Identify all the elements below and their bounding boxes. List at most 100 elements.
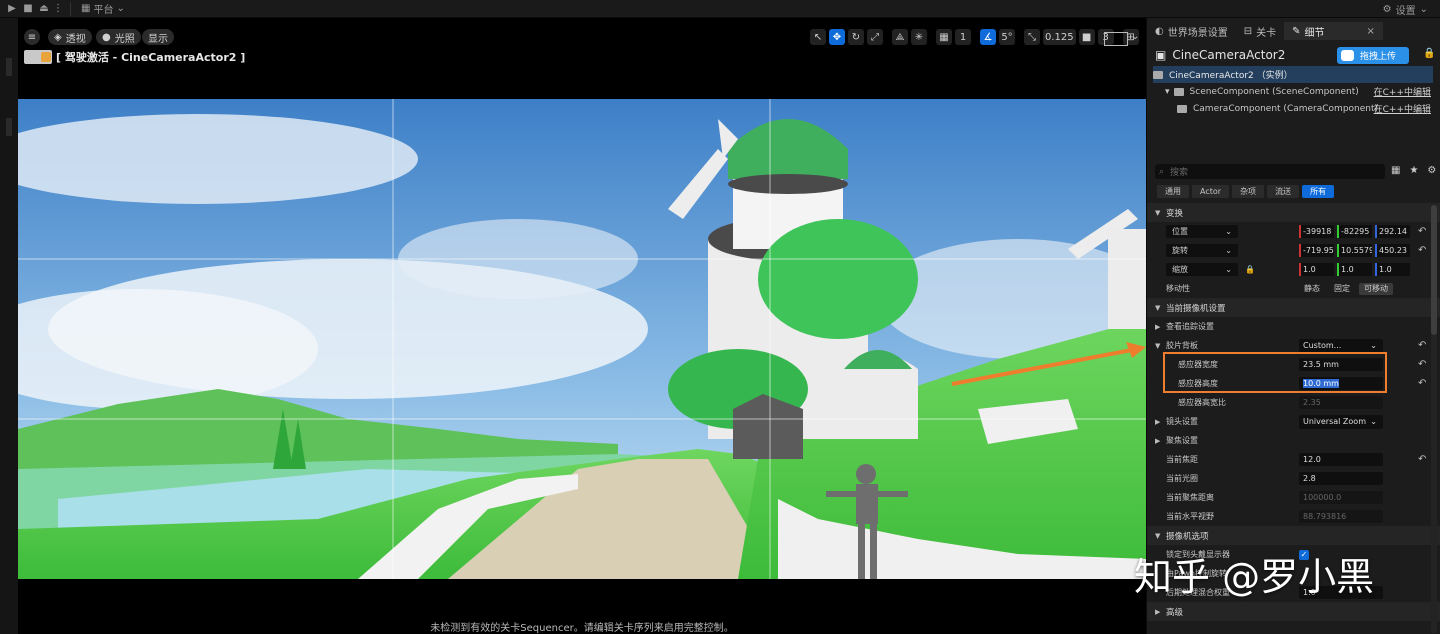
- tree-row[interactable]: ▾ SceneComponent (SceneComponent) 在C++中编…: [1153, 83, 1433, 100]
- perspective-button[interactable]: ◈ 透视: [48, 29, 92, 45]
- sensor-width-field[interactable]: 23.5 mm: [1299, 358, 1383, 371]
- lit-mode-button[interactable]: ● 光照: [96, 29, 141, 45]
- gear-icon[interactable]: ⚙: [1427, 165, 1436, 176]
- star-icon[interactable]: ★: [1409, 165, 1418, 176]
- location-dropdown[interactable]: 位置 ⌄: [1166, 225, 1238, 238]
- tab-label: 细节: [1304, 27, 1325, 39]
- play-icon[interactable]: ▶: [4, 0, 20, 18]
- mobility-movable[interactable]: 可移动: [1359, 282, 1393, 295]
- focus-settings-row[interactable]: ▶ 聚焦设置: [1147, 431, 1440, 450]
- tab-world-settings[interactable]: ◐ 世界场景设置: [1147, 22, 1236, 40]
- section-advanced[interactable]: ▶ 高级: [1147, 602, 1440, 621]
- grid-snap-icon[interactable]: ▦: [936, 29, 952, 45]
- angle-snap-value[interactable]: 5°: [999, 29, 1015, 45]
- rotation-x-field[interactable]: -719.95: [1299, 244, 1334, 257]
- lock-icon[interactable]: 🔒: [1245, 265, 1255, 274]
- details-scrollbar[interactable]: [1431, 203, 1437, 633]
- chevron-right-icon[interactable]: ▶: [1155, 418, 1160, 426]
- settings-label: 设置: [1395, 5, 1416, 17]
- scale-snap-value[interactable]: 0.125: [1043, 29, 1076, 45]
- surface-snap-icon[interactable]: ✳: [911, 29, 927, 45]
- sensor-height-field[interactable]: 10.0 mm: [1299, 377, 1383, 390]
- rotation-dropdown[interactable]: 旋转 ⌄: [1166, 244, 1238, 257]
- rotation-y-field[interactable]: 10.5579: [1337, 244, 1372, 257]
- section-current-camera[interactable]: ▼ 当前摄像机设置: [1147, 298, 1440, 317]
- aperture-field[interactable]: 2.8: [1299, 472, 1383, 485]
- reset-icon[interactable]: ↶: [1418, 359, 1426, 370]
- filter-actor[interactable]: Actor: [1192, 185, 1230, 198]
- reset-icon[interactable]: ↶: [1418, 454, 1426, 465]
- viewport-menu-button[interactable]: ≡: [24, 29, 40, 45]
- section-camera-options[interactable]: ▼ 摄像机选项: [1147, 526, 1440, 545]
- location-x-field[interactable]: -39918: [1299, 225, 1334, 238]
- close-icon[interactable]: ×: [1367, 26, 1375, 37]
- section-label: 高级: [1166, 607, 1184, 618]
- grid-size-value[interactable]: 1: [955, 29, 971, 45]
- aspect-ratio-row: 感应器高宽比 2.35: [1147, 393, 1440, 412]
- location-z-field[interactable]: 292.14: [1375, 225, 1410, 238]
- tree-row-label: CameraComponent (CameraComponent): [1193, 103, 1379, 114]
- scale-z-field[interactable]: 1.0: [1375, 263, 1410, 276]
- angle-snap-icon[interactable]: ∡: [980, 29, 996, 45]
- table-view-icon[interactable]: ▦: [1391, 165, 1400, 176]
- scene-render[interactable]: [18, 99, 1146, 579]
- edit-in-cpp-link[interactable]: 在C++中编辑: [1374, 85, 1431, 98]
- scale-snap-icon[interactable]: ⤡: [1024, 29, 1040, 45]
- filter-streaming[interactable]: 流送: [1267, 185, 1300, 198]
- focal-length-field[interactable]: 12.0: [1299, 453, 1383, 466]
- section-transform[interactable]: ▼ 变换: [1147, 203, 1440, 222]
- mobility-static[interactable]: 静态: [1299, 283, 1325, 295]
- tab-levels[interactable]: ⊟ 关卡: [1236, 22, 1284, 40]
- reset-icon[interactable]: ↶: [1418, 378, 1426, 389]
- edit-in-cpp-link[interactable]: 在C++中编辑: [1374, 102, 1431, 115]
- hamburger-icon: ≡: [27, 31, 37, 43]
- viewport-layout-icon[interactable]: [1104, 32, 1128, 46]
- details-search-input[interactable]: ⌕ 搜索: [1155, 164, 1385, 179]
- filmback-preset-dropdown[interactable]: Custom... ⌄: [1299, 338, 1383, 353]
- upload-button[interactable]: 拖拽上传: [1337, 47, 1409, 64]
- scale-dropdown[interactable]: 缩放 ⌄: [1166, 263, 1238, 276]
- translate-icon[interactable]: ✥: [829, 29, 845, 45]
- settings-button[interactable]: ⚙ 设置 ⌄: [1383, 0, 1428, 18]
- scale-x-field[interactable]: 1.0: [1299, 263, 1334, 276]
- show-button[interactable]: 显示: [142, 29, 174, 45]
- filter-all[interactable]: 所有: [1302, 185, 1335, 198]
- rotation-z-field[interactable]: 450.23: [1375, 244, 1410, 257]
- filter-misc[interactable]: 杂项: [1232, 185, 1265, 198]
- reset-icon[interactable]: ↶: [1418, 226, 1426, 237]
- lock-icon[interactable]: 🔒: [1423, 48, 1435, 59]
- camera-title: [ 驾驶激活 - CineCameraActor2 ]: [56, 51, 246, 64]
- rotate-icon[interactable]: ↻: [848, 29, 864, 45]
- platform-button[interactable]: ▦ 平台 ⌄: [81, 0, 125, 18]
- world-space-icon[interactable]: ⟁: [892, 29, 908, 45]
- scrollbar-thumb[interactable]: [1431, 205, 1437, 335]
- chevron-down-icon[interactable]: ⌄: [1131, 31, 1139, 42]
- scale-icon[interactable]: ⤢: [867, 29, 883, 45]
- reset-icon[interactable]: ↶: [1418, 245, 1426, 256]
- chevron-down-icon[interactable]: ▼: [1155, 342, 1160, 350]
- eject-icon[interactable]: ⏏: [36, 0, 52, 18]
- more-options-icon[interactable]: ⋮: [52, 0, 64, 18]
- reset-icon[interactable]: ↶: [1418, 340, 1426, 351]
- camera-icon[interactable]: [24, 50, 52, 64]
- lookat-row[interactable]: ▶ 查看追踪设置: [1147, 317, 1440, 336]
- tree-row[interactable]: CameraComponent (CameraComponent) 在C++中编…: [1153, 100, 1433, 117]
- tab-details[interactable]: ✎ 细节 ×: [1284, 22, 1383, 40]
- filter-general[interactable]: 通用: [1157, 185, 1189, 198]
- select-mode-icon[interactable]: ↖: [810, 29, 826, 45]
- dock-marker[interactable]: [6, 58, 12, 76]
- section-label: 当前摄像机设置: [1166, 303, 1226, 314]
- filmback-preset-value: Custom...: [1303, 340, 1342, 350]
- scale-y-field[interactable]: 1.0: [1337, 263, 1372, 276]
- level-viewport[interactable]: ≡ ◈ 透视 ● 光照 显示 [ 驾驶激活 - CineCameraActor2…: [18, 18, 1146, 634]
- tree-row[interactable]: CineCameraActor2 （实例）: [1153, 66, 1433, 83]
- location-label: 位置: [1172, 227, 1188, 236]
- lens-label: 镜头设置: [1166, 417, 1198, 426]
- dock-marker[interactable]: [6, 118, 12, 136]
- location-y-field[interactable]: -82295: [1337, 225, 1372, 238]
- stop-icon[interactable]: ■: [20, 0, 36, 18]
- lens-preset-dropdown[interactable]: Universal Zoom ⌄: [1299, 414, 1383, 429]
- camera-speed-icon[interactable]: ■: [1078, 29, 1095, 45]
- sphere-icon: ●: [102, 31, 111, 43]
- mobility-stationary[interactable]: 固定: [1329, 283, 1355, 295]
